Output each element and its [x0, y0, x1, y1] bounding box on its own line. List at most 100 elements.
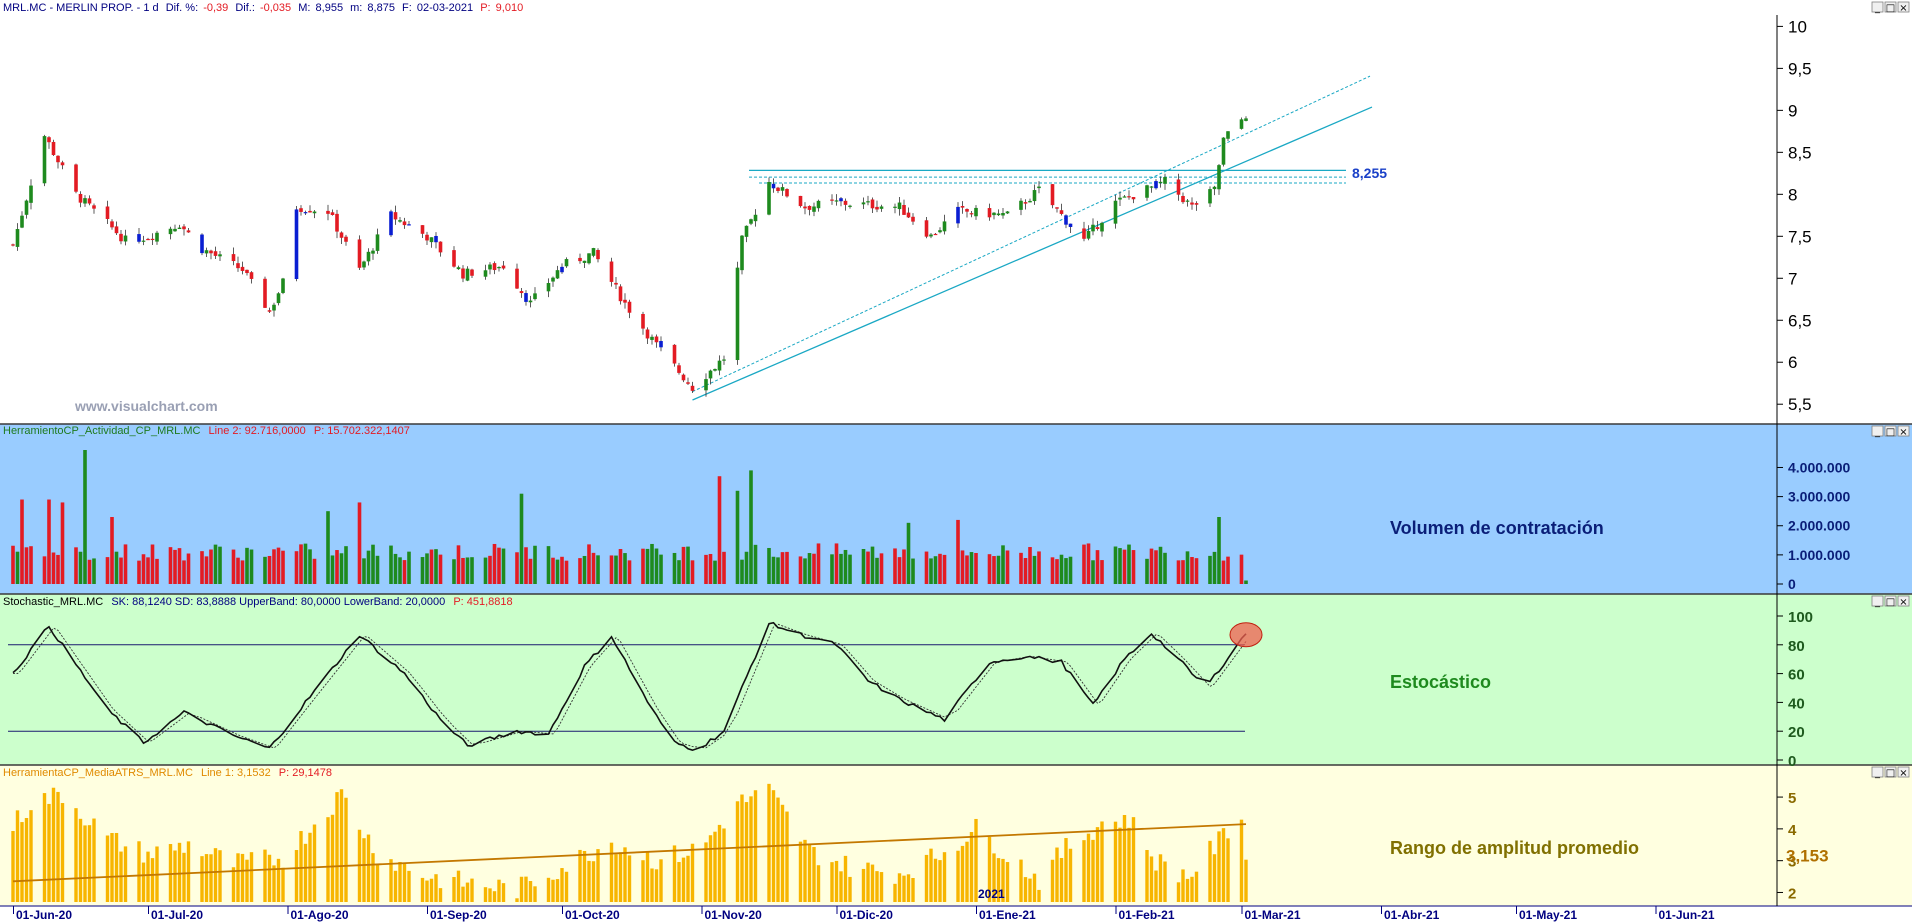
stoch-header: Stochastic_MRL.MC SK: 88,1240 SD: 83,888…	[3, 596, 513, 608]
candle-body	[1131, 197, 1136, 200]
volume-bar	[420, 557, 425, 584]
volume-bar	[1055, 559, 1059, 584]
atr-bar	[1194, 871, 1199, 902]
volume-bar	[1122, 549, 1127, 584]
x-tick-label: 01-Feb-21	[1119, 908, 1175, 922]
header-price: 9,010	[496, 2, 524, 14]
candle-body	[623, 299, 627, 303]
candle-body	[1163, 177, 1167, 184]
candle-body	[213, 251, 218, 256]
atr-bar	[645, 852, 650, 902]
atr-bar	[371, 853, 375, 902]
candle-body	[1122, 196, 1127, 198]
volume-bar	[861, 548, 866, 584]
atr-y-tick-label: 4	[1788, 822, 1797, 839]
atr-bar	[110, 833, 114, 902]
volume-bar	[1190, 557, 1194, 584]
header-min-label: m:	[350, 2, 362, 14]
maximize-icon: □	[1886, 597, 1895, 608]
candle-body	[767, 182, 771, 215]
chart-canvas: MRL.MC - MERLIN PROP. - 1 d Dif. %: -0,3…	[0, 0, 1912, 922]
candle-body	[677, 365, 681, 373]
x-tick-label: 01-Ago-20	[291, 908, 349, 922]
volume-bar	[744, 551, 749, 584]
candle-body	[650, 336, 654, 340]
volume-bar	[213, 544, 218, 584]
candle-body	[560, 266, 564, 273]
atr-bar	[843, 855, 848, 902]
atr-bar	[1154, 870, 1158, 902]
volume-bar	[551, 557, 555, 584]
candle-body	[1095, 227, 1100, 230]
volume-bar	[893, 548, 897, 584]
atr-bar	[20, 822, 24, 902]
price-y-tick-label: 9	[1788, 101, 1797, 120]
volume-bar	[753, 544, 758, 584]
candle-body	[875, 206, 879, 210]
volume-bar	[344, 546, 348, 584]
candle-body	[713, 368, 717, 371]
candle-body	[1149, 186, 1154, 188]
x-tick-label: 01-May-21	[1519, 908, 1577, 922]
candle-body	[456, 267, 461, 270]
volume-bar	[933, 556, 938, 584]
candle-body	[938, 230, 942, 233]
volume-bar	[47, 499, 51, 584]
volume-y-tick-label: 0	[1788, 576, 1796, 592]
atr-bar	[1122, 815, 1127, 902]
price-y-tick-label: 10	[1788, 17, 1807, 36]
atr-bar	[690, 843, 695, 902]
atr-bar	[60, 803, 65, 902]
volume-bar	[425, 553, 429, 584]
atr-bar	[938, 860, 942, 902]
candle-body	[267, 310, 272, 312]
atr-bar	[623, 847, 627, 902]
volume-bar	[1163, 552, 1167, 584]
header-symbol: MRL.MC - MERLIN PROP. - 1 d	[3, 2, 159, 14]
volume-bar	[879, 553, 884, 584]
candle-body	[218, 254, 222, 257]
candle-body	[92, 205, 96, 209]
atr-indicator-p: P: 29,1478	[279, 767, 332, 779]
volume-bar	[875, 557, 879, 584]
x-tick-label: 01-Jun-21	[1659, 908, 1715, 922]
atr-bar	[281, 867, 285, 902]
candle-body	[375, 234, 380, 251]
volume-bar	[843, 549, 848, 584]
price-y-tick-label: 8,5	[1788, 143, 1812, 162]
candle-body	[434, 235, 438, 243]
candle-body	[722, 359, 726, 361]
volume-bar	[393, 553, 398, 584]
volume-bar	[1091, 560, 1095, 584]
atr-bar	[551, 879, 555, 902]
candle-body	[51, 141, 56, 156]
volume-bar	[830, 554, 834, 584]
atr-value-label: 3,153	[1786, 846, 1829, 865]
candle-body	[168, 228, 173, 235]
volume-bar	[681, 546, 686, 584]
atr-bar	[177, 842, 182, 902]
candle-body	[78, 193, 83, 203]
volume-bar	[1050, 557, 1055, 584]
volume-bar	[1185, 551, 1190, 584]
volume-bar	[168, 547, 173, 584]
atr-bar	[1217, 831, 1221, 902]
candle-body	[452, 250, 456, 267]
atr-indicator-name: HerramientaCP_MediaATRS_MRL.MC	[3, 767, 193, 779]
atr-bar	[785, 811, 789, 902]
candle-body	[1145, 185, 1149, 198]
atr-bar	[1019, 859, 1023, 902]
volume-bar	[960, 550, 965, 584]
atr-y-tick-label: 2	[1788, 885, 1796, 902]
volume-bar	[614, 555, 618, 584]
volume-bar	[839, 553, 843, 584]
atr-bar	[425, 880, 429, 902]
volume-bar	[780, 552, 785, 584]
candle-body	[74, 164, 78, 192]
candle-body	[357, 239, 362, 268]
atr-bar	[51, 787, 56, 902]
stoch-title: Estocástico	[1390, 672, 1491, 692]
x-tick-label: 01-Dic-20	[840, 908, 894, 922]
price-header: MRL.MC - MERLIN PROP. - 1 d Dif. %: -0,3…	[3, 2, 523, 14]
candle-body	[893, 206, 897, 208]
